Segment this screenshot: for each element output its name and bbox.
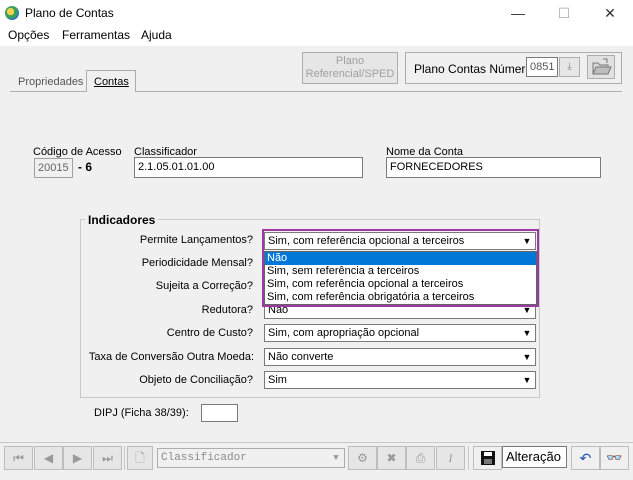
close-button[interactable]: ✕ (587, 0, 633, 27)
chevron-down-icon[interactable]: ▼ (521, 373, 533, 387)
tab-contas-label: Contas (94, 76, 129, 88)
taxa-conversao-label: Taxa de Conversão Outra Moeda: (88, 351, 254, 363)
dipj-field[interactable] (201, 404, 238, 422)
codigo-acesso-field[interactable]: 20015 (34, 158, 73, 178)
download-arrow-icon[interactable]: ⤓ (559, 57, 580, 77)
dipj-label: DIPJ (Ficha 38/39): (94, 407, 189, 419)
delete-icon[interactable]: ✖ (377, 446, 406, 470)
highlight-frame (262, 229, 539, 307)
centro-custo-value: Sim, com apropriação opcional (268, 327, 420, 339)
codigo-acesso-label: Código de Acesso (33, 146, 122, 158)
plano-numero-label: Plano Contas Número (414, 62, 533, 76)
plano-referencial-sped-button[interactable]: Plano Referencial/SPED (302, 52, 398, 84)
save-icon[interactable] (473, 446, 502, 470)
sped-button-line1: Plano (335, 55, 365, 67)
sujeita-correcao-label: Sujeita a Correção? (155, 280, 253, 292)
objeto-conciliacao-value: Sim (268, 374, 287, 386)
print-icon[interactable]: ⎙ (406, 446, 435, 470)
plano-numero-input[interactable]: 0851 (526, 57, 558, 77)
app-icon (5, 6, 19, 20)
tab-contas[interactable]: Contas (86, 70, 136, 92)
sped-button-line2: Referencial/SPED (305, 68, 395, 80)
permite-lancamentos-label: Permite Lançamentos? (139, 234, 253, 246)
chevron-down-icon[interactable]: ▼ (521, 326, 533, 340)
chevron-down-icon[interactable]: ▼ (521, 350, 533, 364)
codigo-digito: - 6 (78, 160, 93, 174)
periodicidade-mensal-label: Periodicidade Mensal? (141, 257, 253, 269)
centro-custo-label: Centro de Custo? (166, 327, 253, 339)
centro-custo-select[interactable]: Sim, com apropriação opcional ▼ (264, 324, 536, 342)
minimize-button[interactable]: — (495, 0, 541, 27)
floppy-icon (480, 451, 495, 465)
prev-record-icon[interactable]: ◀ (34, 446, 63, 470)
indicadores-title: Indicadores (85, 213, 159, 227)
objeto-conciliacao-select[interactable]: Sim ▼ (264, 371, 536, 389)
classificador-search-placeholder: Classificador (161, 452, 247, 464)
italic-icon[interactable]: I (436, 446, 465, 470)
separator (468, 446, 469, 470)
new-document-icon[interactable]: 🗋 (127, 446, 153, 470)
separator (124, 446, 125, 470)
open-folder-icon (592, 58, 612, 75)
last-record-icon[interactable]: ⏭ (93, 446, 122, 470)
taxa-conversao-select[interactable]: Não converte ▼ (264, 348, 536, 366)
window-title: Plano de Contas (25, 6, 114, 20)
first-record-icon[interactable]: ⏮ (4, 446, 33, 470)
open-folder-button[interactable] (587, 55, 615, 79)
binoculars-icon[interactable]: 👓 (600, 446, 629, 470)
taxa-conversao-value: Não converte (268, 351, 334, 363)
maximize-button[interactable]: ☐ (541, 0, 587, 27)
next-record-icon[interactable]: ▶ (63, 446, 92, 470)
menu-opcoes[interactable]: Opções (8, 28, 49, 42)
classificador-search-combo[interactable]: Classificador ▼ (157, 448, 345, 468)
menu-ferramentas[interactable]: Ferramentas (62, 28, 130, 42)
tab-propriedades-label: Propriedades (18, 76, 84, 88)
search-doc-icon[interactable]: ⚙ (348, 446, 377, 470)
undo-icon[interactable]: ↶ (571, 446, 600, 470)
redutora-label: Redutora? (201, 304, 253, 316)
chevron-down-icon[interactable]: ▼ (330, 451, 342, 465)
menu-ajuda[interactable]: Ajuda (141, 28, 172, 42)
nome-conta-field[interactable]: FORNECEDORES (386, 157, 601, 178)
tab-propriedades[interactable]: Propriedades (13, 73, 86, 91)
mode-status-field: Alteração (502, 446, 567, 468)
objeto-conciliacao-label: Objeto de Conciliação? (139, 374, 253, 386)
classificador-field[interactable]: 2.1.05.01.01.00 (134, 157, 363, 178)
